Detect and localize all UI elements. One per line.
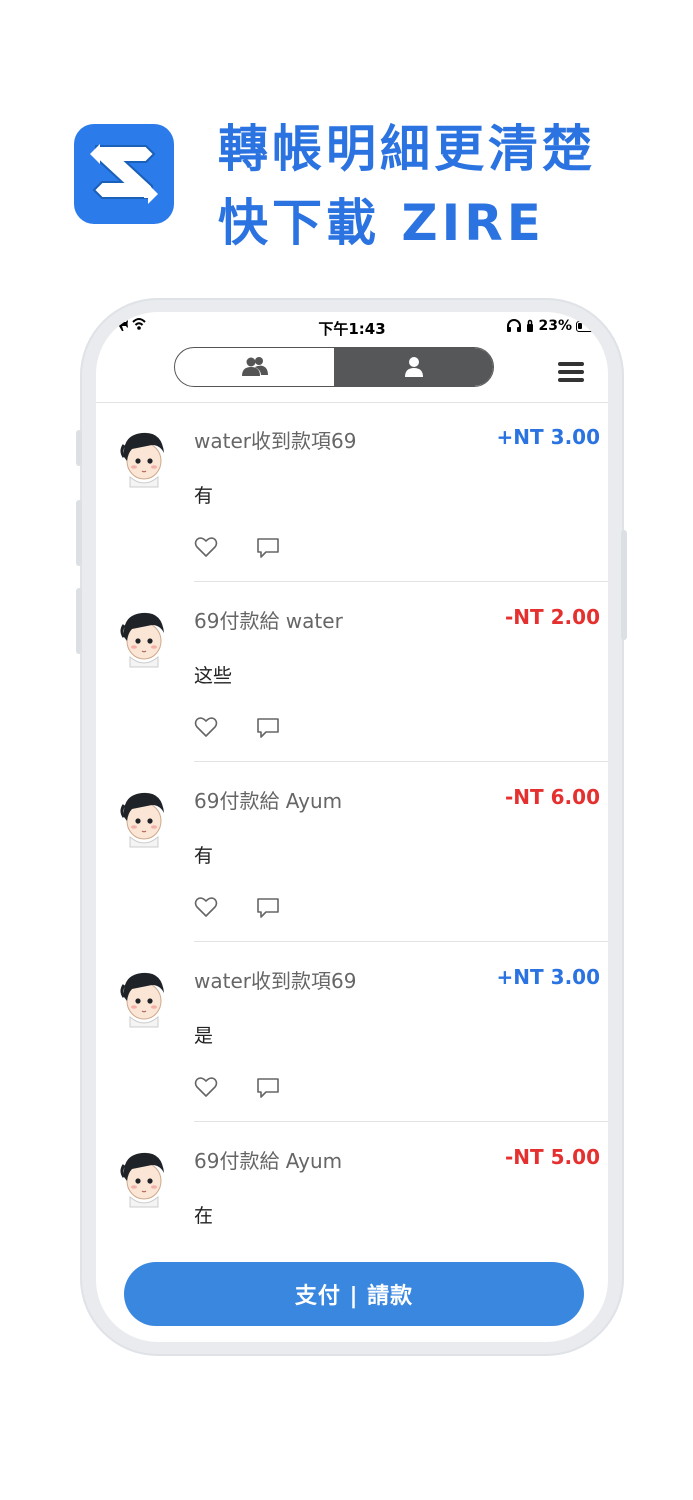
- transaction-title: water收到款項69: [194, 429, 357, 453]
- comment-bubble-icon: [257, 718, 279, 738]
- avatar-cartoon-icon: [120, 972, 164, 1028]
- feed-item[interactable]: 69付款給 water -NT 2.00 这些: [96, 583, 608, 763]
- comment-icon[interactable]: [256, 897, 280, 919]
- comment-bubble-icon: [257, 1078, 279, 1098]
- avatar-cartoon-icon: [120, 612, 164, 668]
- phone-screen: 下午1:43 23% water收到款項69 +NT 3.00 有 69付款給 …: [96, 312, 608, 1342]
- avatar: [118, 1147, 170, 1209]
- avatar: [118, 967, 170, 1029]
- person-icon: [404, 357, 423, 377]
- heart-outline-icon: [194, 897, 218, 917]
- battery-percent: 23%: [538, 318, 572, 334]
- headphones-icon: [507, 319, 522, 332]
- heart-outline-icon: [194, 537, 218, 557]
- transaction-note: 是: [194, 1025, 214, 1047]
- pay-request-button[interactable]: 支付 | 請款: [124, 1262, 584, 1326]
- phone-silent-switch: [76, 430, 82, 466]
- comment-icon[interactable]: [256, 717, 280, 739]
- headline-line-1: 轉帳明細更清楚: [218, 120, 596, 178]
- status-right: 23%: [506, 318, 598, 334]
- promo-headline: 轉帳明細更清楚 快下載 ZIRE: [218, 112, 596, 260]
- transaction-amount: +NT 3.00: [496, 425, 600, 449]
- avatar: [118, 607, 170, 669]
- transaction-note: 有: [194, 845, 214, 867]
- item-divider: [194, 941, 608, 942]
- phone-power-button: [621, 530, 627, 640]
- zire-app-logo: [74, 124, 174, 224]
- avatar: [118, 787, 170, 849]
- heart-outline-icon: [194, 717, 218, 737]
- like-heart-icon[interactable]: [194, 536, 218, 558]
- transaction-note: 在: [194, 1205, 214, 1227]
- item-divider: [194, 581, 608, 582]
- transaction-title: 69付款給 Ayum: [194, 1149, 343, 1173]
- group-icon: [241, 357, 268, 376]
- like-heart-icon[interactable]: [194, 896, 218, 918]
- view-toggle: [174, 347, 494, 387]
- feed-item[interactable]: 69付款給 Ayum -NT 6.00 有: [96, 763, 608, 943]
- avatar-cartoon-icon: [120, 1152, 164, 1208]
- tab-friends[interactable]: [175, 348, 334, 386]
- avatar-cartoon-icon: [120, 432, 164, 488]
- transaction-amount: -NT 5.00: [505, 1145, 600, 1169]
- avatar-cartoon-icon: [120, 792, 164, 848]
- comment-bubble-icon: [257, 538, 279, 558]
- item-divider: [194, 1121, 608, 1122]
- transaction-title: 69付款給 Ayum: [194, 789, 343, 813]
- like-heart-icon[interactable]: [194, 1076, 218, 1098]
- like-heart-icon[interactable]: [194, 716, 218, 738]
- transaction-title: 69付款給 water: [194, 609, 343, 633]
- headline-line-2: 快下載 ZIRE: [218, 194, 545, 252]
- menu-icon[interactable]: [558, 362, 584, 384]
- avatar: [118, 427, 170, 489]
- feed-item[interactable]: water收到款項69 +NT 3.00 是: [96, 943, 608, 1123]
- comment-icon[interactable]: [256, 537, 280, 559]
- phone-volume-up: [76, 500, 82, 566]
- transaction-amount: +NT 3.00: [496, 965, 600, 989]
- zire-logo-icon: [90, 144, 158, 204]
- feed-item[interactable]: water收到款項69 +NT 3.00 有: [96, 403, 608, 583]
- comment-icon[interactable]: [256, 1077, 280, 1099]
- transaction-note: 这些: [194, 665, 233, 687]
- status-bar: 下午1:43 23%: [96, 312, 608, 340]
- comment-bubble-icon: [257, 898, 279, 918]
- item-divider: [194, 761, 608, 762]
- phone-volume-down: [76, 588, 82, 654]
- transaction-title: water收到款項69: [194, 969, 357, 993]
- transaction-note: 有: [194, 485, 214, 507]
- orientation-lock-icon: [527, 319, 534, 332]
- tab-personal[interactable]: [334, 348, 493, 386]
- heart-outline-icon: [194, 1077, 218, 1097]
- battery-icon: [576, 320, 598, 332]
- transaction-amount: -NT 6.00: [505, 785, 600, 809]
- transaction-amount: -NT 2.00: [505, 605, 600, 629]
